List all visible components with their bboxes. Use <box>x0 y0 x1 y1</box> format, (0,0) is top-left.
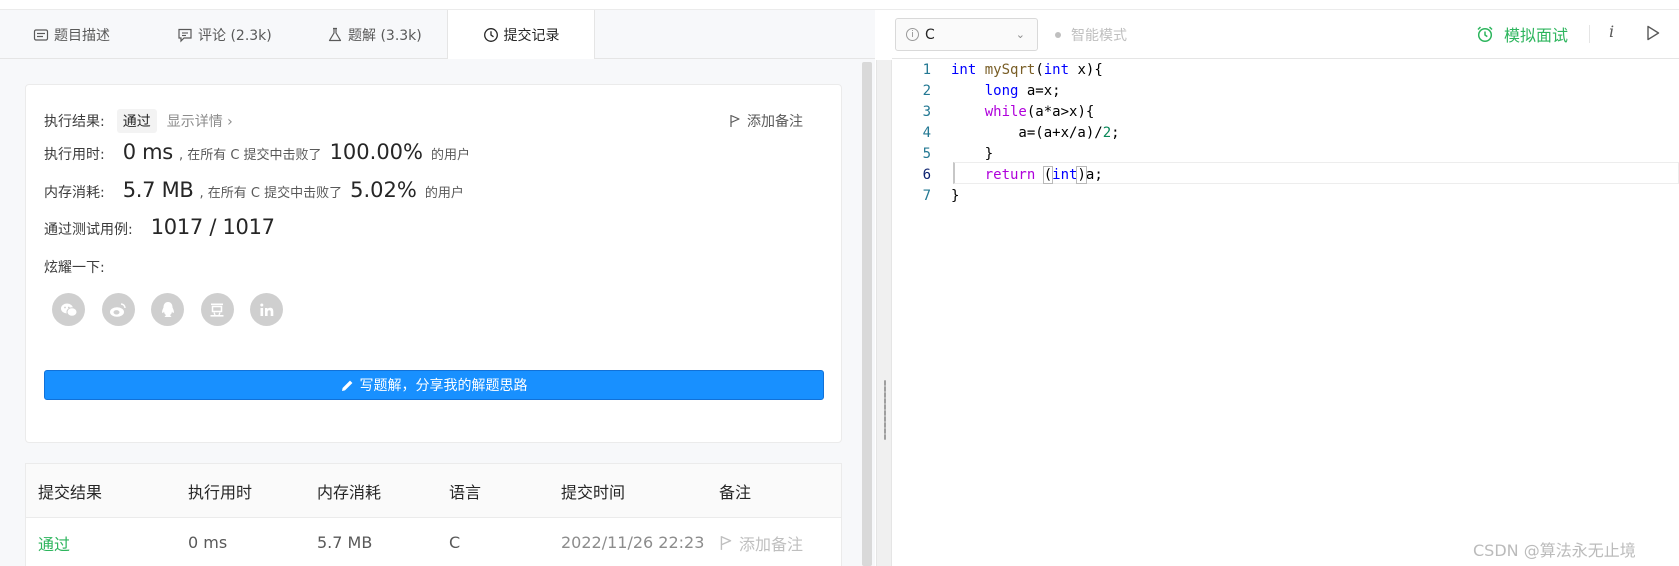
wechat-icon[interactable] <box>52 293 85 326</box>
info-button[interactable]: i <box>1609 22 1614 41</box>
flag-icon <box>730 114 740 127</box>
memory-label: 内存消耗: <box>44 185 105 201</box>
tab-solutions[interactable]: 题解 (3.3k) <box>327 10 422 59</box>
qq-icon[interactable] <box>151 293 184 326</box>
share-row: 炫耀一下: <box>44 257 105 277</box>
panel-splitter[interactable] <box>876 60 892 566</box>
write-solution-button[interactable]: 写题解，分享我的解题思路 <box>44 370 824 400</box>
code-editor[interactable]: 1 2 3 4 5 6 7 int mySqrt(int x){ long a=… <box>892 60 1679 566</box>
exec-time-percent: 100.00% <box>329 140 423 164</box>
code-line: int mySqrt(int x){ <box>951 62 1103 78</box>
toolbar-divider <box>1589 25 1590 43</box>
tab-submissions-label: 提交记录 <box>503 28 560 44</box>
line-number: 2 <box>922 83 931 99</box>
header-language: 语言 <box>449 482 482 502</box>
memory-users: 的用户 <box>424 186 464 201</box>
header-time: 执行用时 <box>188 482 253 502</box>
mock-interview-button[interactable]: 模拟面试 <box>1476 22 1568 46</box>
row-language: C <box>449 533 461 552</box>
play-icon[interactable] <box>1646 25 1660 41</box>
code-line: return (int)a; <box>984 166 1103 184</box>
left-scrollbar[interactable] <box>862 62 872 566</box>
submissions-table: 提交结果 执行用时 内存消耗 语言 提交时间 备注 通过 0 ms 5.7 MB… <box>25 463 842 566</box>
line-number: 3 <box>922 104 931 120</box>
show-detail-link[interactable]: 显示详情 › <box>167 111 233 131</box>
code-line: while(a*a>x){ <box>984 104 1095 120</box>
code-line: } <box>951 188 960 204</box>
alarm-clock-icon <box>1477 26 1493 43</box>
line-number: 6 <box>922 167 931 183</box>
row-time: 0 ms <box>188 533 228 552</box>
testcase-row: 通过测试用例: 1017 / 1017 <box>44 215 281 239</box>
exec-result-row: 执行结果: 通过 显示详情 › <box>44 109 233 133</box>
write-solution-label: 写题解，分享我的解题思路 <box>359 378 528 394</box>
left-tab-bar: 题目描述 评论 (2.3k) 题解 (3.3k) 提交记录 <box>0 10 875 60</box>
smart-mode-toggle[interactable]: 智能模式 <box>1055 25 1127 45</box>
exec-time-beat-text: , 在所有 C 提交中击败了 <box>178 148 322 163</box>
share-icons <box>52 293 300 326</box>
douban-icon[interactable] <box>200 293 234 326</box>
splitter-grip[interactable] <box>884 380 886 440</box>
memory-beat-text: , 在所有 C 提交中击败了 <box>199 186 343 201</box>
chevron-down-icon: ⌄ <box>1015 28 1025 41</box>
comment-icon <box>178 28 192 42</box>
status-badge: 通过 <box>116 109 157 133</box>
tab-comments[interactable]: 评论 (2.3k) <box>177 10 272 59</box>
clock-icon <box>483 28 498 42</box>
header-note: 备注 <box>719 482 752 502</box>
code-line: a=(a+x/a)/2; <box>951 125 1120 141</box>
row-status-link[interactable]: 通过 <box>38 518 70 566</box>
header-status: 提交结果 <box>38 482 103 502</box>
header-memory: 内存消耗 <box>317 482 382 502</box>
line-number: 5 <box>922 146 931 162</box>
language-select[interactable]: i C ⌄ <box>895 18 1038 51</box>
flask-icon <box>328 27 342 41</box>
smart-mode-dot-icon <box>1055 32 1061 38</box>
tab-submissions[interactable]: 提交记录 <box>447 10 595 60</box>
testcase-label: 通过测试用例: <box>44 222 133 238</box>
language-select-value: C <box>925 26 935 43</box>
exec-time-row: 执行用时: 0 ms , 在所有 C 提交中击败了 100.00% 的用户 <box>44 140 470 164</box>
tab-description-label: 题目描述 <box>54 27 110 44</box>
memory-value: 5.7 MB <box>122 178 194 202</box>
table-header: 提交结果 执行用时 内存消耗 语言 提交时间 备注 <box>26 464 841 517</box>
line-number: 4 <box>922 125 931 141</box>
smart-mode-label: 智能模式 <box>1071 28 1127 44</box>
mock-interview-label: 模拟面试 <box>1504 26 1569 45</box>
description-icon <box>33 28 49 41</box>
top-strip <box>0 0 1679 10</box>
table-row: 通过 0 ms 5.7 MB C 2022/11/26 22:23 添加备注 <box>26 517 841 566</box>
add-note-label: 添加备注 <box>747 114 803 130</box>
weibo-icon[interactable] <box>101 293 135 326</box>
exec-time-label: 执行用时: <box>44 147 105 163</box>
line-number: 1 <box>922 62 931 78</box>
memory-row: 内存消耗: 5.7 MB , 在所有 C 提交中击败了 5.02% 的用户 <box>44 178 464 202</box>
flag-icon <box>720 535 732 550</box>
result-card: 执行结果: 通过 显示详情 › 添加备注 执行用时: 0 ms , 在所有 C … <box>25 84 842 443</box>
code-line: long a=x; <box>984 83 1061 99</box>
code-line: } <box>951 146 994 162</box>
exec-time-value: 0 ms <box>122 140 174 164</box>
testcase-value: 1017 / 1017 <box>150 215 275 239</box>
memory-percent: 5.02% <box>350 178 417 202</box>
row-memory: 5.7 MB <box>317 533 373 552</box>
tab-description[interactable]: 题目描述 <box>33 10 110 59</box>
exec-time-users: 的用户 <box>431 148 471 163</box>
add-note-button[interactable]: 添加备注 <box>729 111 803 131</box>
pencil-icon <box>341 380 352 391</box>
row-add-note-button[interactable]: 添加备注 <box>719 518 803 566</box>
share-label: 炫耀一下: <box>44 260 105 276</box>
watermark: CSDN @算法永无止境 <box>1473 541 1636 560</box>
tab-comments-label: 评论 (2.3k) <box>198 27 272 44</box>
editor-toolbar: i C ⌄ 智能模式 模拟面试 i <box>892 10 1679 59</box>
exec-result-label: 执行结果: <box>44 114 105 130</box>
row-submitted-at: 2022/11/26 22:23 <box>561 533 705 552</box>
row-note-label: 添加备注 <box>739 534 804 554</box>
tab-solutions-label: 题解 (3.3k) <box>348 27 422 44</box>
header-submitted-at: 提交时间 <box>561 482 626 502</box>
line-number: 7 <box>922 188 931 204</box>
info-circle-icon: i <box>906 28 919 41</box>
linkedin-icon[interactable] <box>250 293 283 326</box>
